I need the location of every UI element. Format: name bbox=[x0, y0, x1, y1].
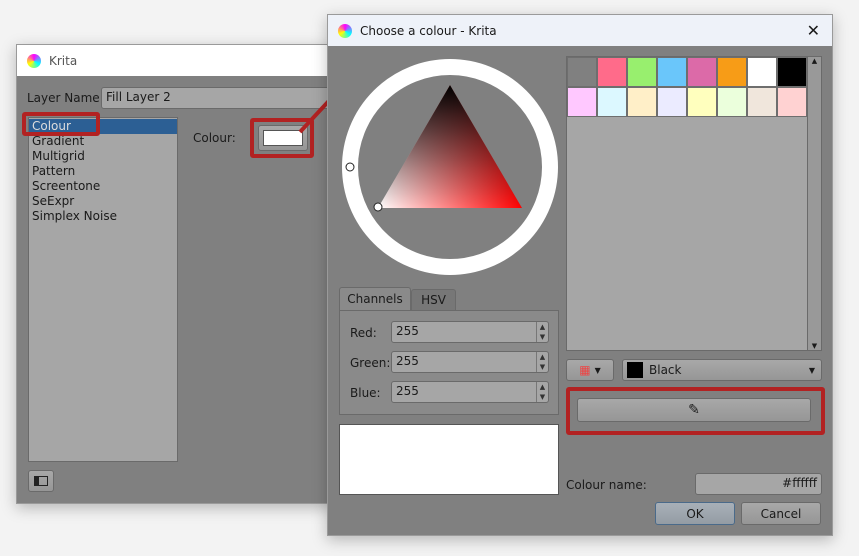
palette-swatch[interactable] bbox=[687, 87, 717, 117]
channel-label: Green: bbox=[350, 356, 391, 370]
spin-arrows-icon[interactable]: ▲ ▼ bbox=[536, 352, 548, 372]
palette-swatch[interactable] bbox=[597, 57, 627, 87]
palette-swatch[interactable] bbox=[747, 87, 777, 117]
palette-swatch[interactable] bbox=[567, 57, 597, 87]
close-icon[interactable]: ✕ bbox=[807, 21, 820, 40]
hue-handle[interactable] bbox=[345, 162, 355, 172]
palette-menu-button[interactable]: ▦ ▼ bbox=[566, 359, 614, 381]
palette-swatch[interactable] bbox=[597, 87, 627, 117]
channel-value: 255 bbox=[396, 354, 419, 368]
palette-swatch[interactable] bbox=[567, 87, 597, 117]
colour-name-label: Colour name: bbox=[566, 478, 647, 492]
channel-label: Red: bbox=[350, 326, 377, 340]
channels-panel: Red: 255 ▲ ▼ Green: 255 ▲ ▼ Blue: 255 ▲ ▼ bbox=[339, 310, 559, 415]
scroll-down-icon[interactable]: ▼ bbox=[808, 342, 821, 350]
channel-spinbox[interactable]: 255 ▲ ▼ bbox=[391, 351, 549, 373]
palette-swatch[interactable] bbox=[777, 87, 807, 117]
palette-swatch[interactable] bbox=[657, 87, 687, 117]
krita-logo-icon bbox=[338, 23, 352, 38]
spin-arrows-icon[interactable]: ▲ ▼ bbox=[536, 322, 548, 342]
palette-swatch[interactable] bbox=[717, 57, 747, 87]
channel-value: 255 bbox=[396, 324, 419, 338]
colour-dialog: Choose a colour - Krita ✕ Channels HSV R… bbox=[327, 14, 833, 536]
palette-swatch[interactable] bbox=[627, 57, 657, 87]
highlight-box bbox=[566, 387, 825, 435]
spin-arrows-icon[interactable]: ▲ ▼ bbox=[536, 382, 548, 402]
colour-name-input[interactable]: #ffffff bbox=[695, 473, 822, 495]
channel-label: Blue: bbox=[350, 386, 381, 400]
channel-spinbox[interactable]: 255 ▲ ▼ bbox=[391, 381, 549, 403]
cancel-button[interactable]: Cancel bbox=[741, 502, 821, 525]
palette-swatch bbox=[627, 362, 643, 378]
channel-spinbox[interactable]: 255 ▲ ▼ bbox=[391, 321, 549, 343]
tab-hsv[interactable]: HSV bbox=[411, 289, 456, 311]
palette-swatch[interactable] bbox=[777, 57, 807, 87]
palette-swatch[interactable] bbox=[627, 87, 657, 117]
dialog-title: Choose a colour - Krita bbox=[360, 23, 497, 38]
scroll-up-icon[interactable]: ▲ bbox=[808, 57, 821, 65]
palette-swatch[interactable] bbox=[657, 57, 687, 87]
title-bar: Choose a colour - Krita ✕ bbox=[328, 15, 832, 46]
chevron-down-icon: ▼ bbox=[594, 365, 601, 375]
palette-grid-icon: ▦ bbox=[579, 363, 591, 377]
sv-handle[interactable] bbox=[373, 202, 383, 212]
tab-channels[interactable]: Channels bbox=[339, 287, 411, 311]
palette-scrollbar[interactable]: ▲ ▼ bbox=[807, 57, 821, 350]
palette-select-value: Black bbox=[649, 363, 682, 377]
palette-grid[interactable]: ▲ ▼ bbox=[566, 56, 822, 351]
channel-value: 255 bbox=[396, 384, 419, 398]
colour-triangle-selector[interactable] bbox=[338, 55, 562, 279]
palette-swatch[interactable] bbox=[717, 87, 747, 117]
ok-button[interactable]: OK bbox=[655, 502, 735, 525]
palette-select[interactable]: Black ▼ bbox=[622, 359, 822, 381]
palette-swatch[interactable] bbox=[747, 57, 777, 87]
palette-swatch[interactable] bbox=[687, 57, 717, 87]
chevron-down-icon: ▼ bbox=[808, 365, 815, 375]
colour-preview bbox=[339, 424, 559, 495]
